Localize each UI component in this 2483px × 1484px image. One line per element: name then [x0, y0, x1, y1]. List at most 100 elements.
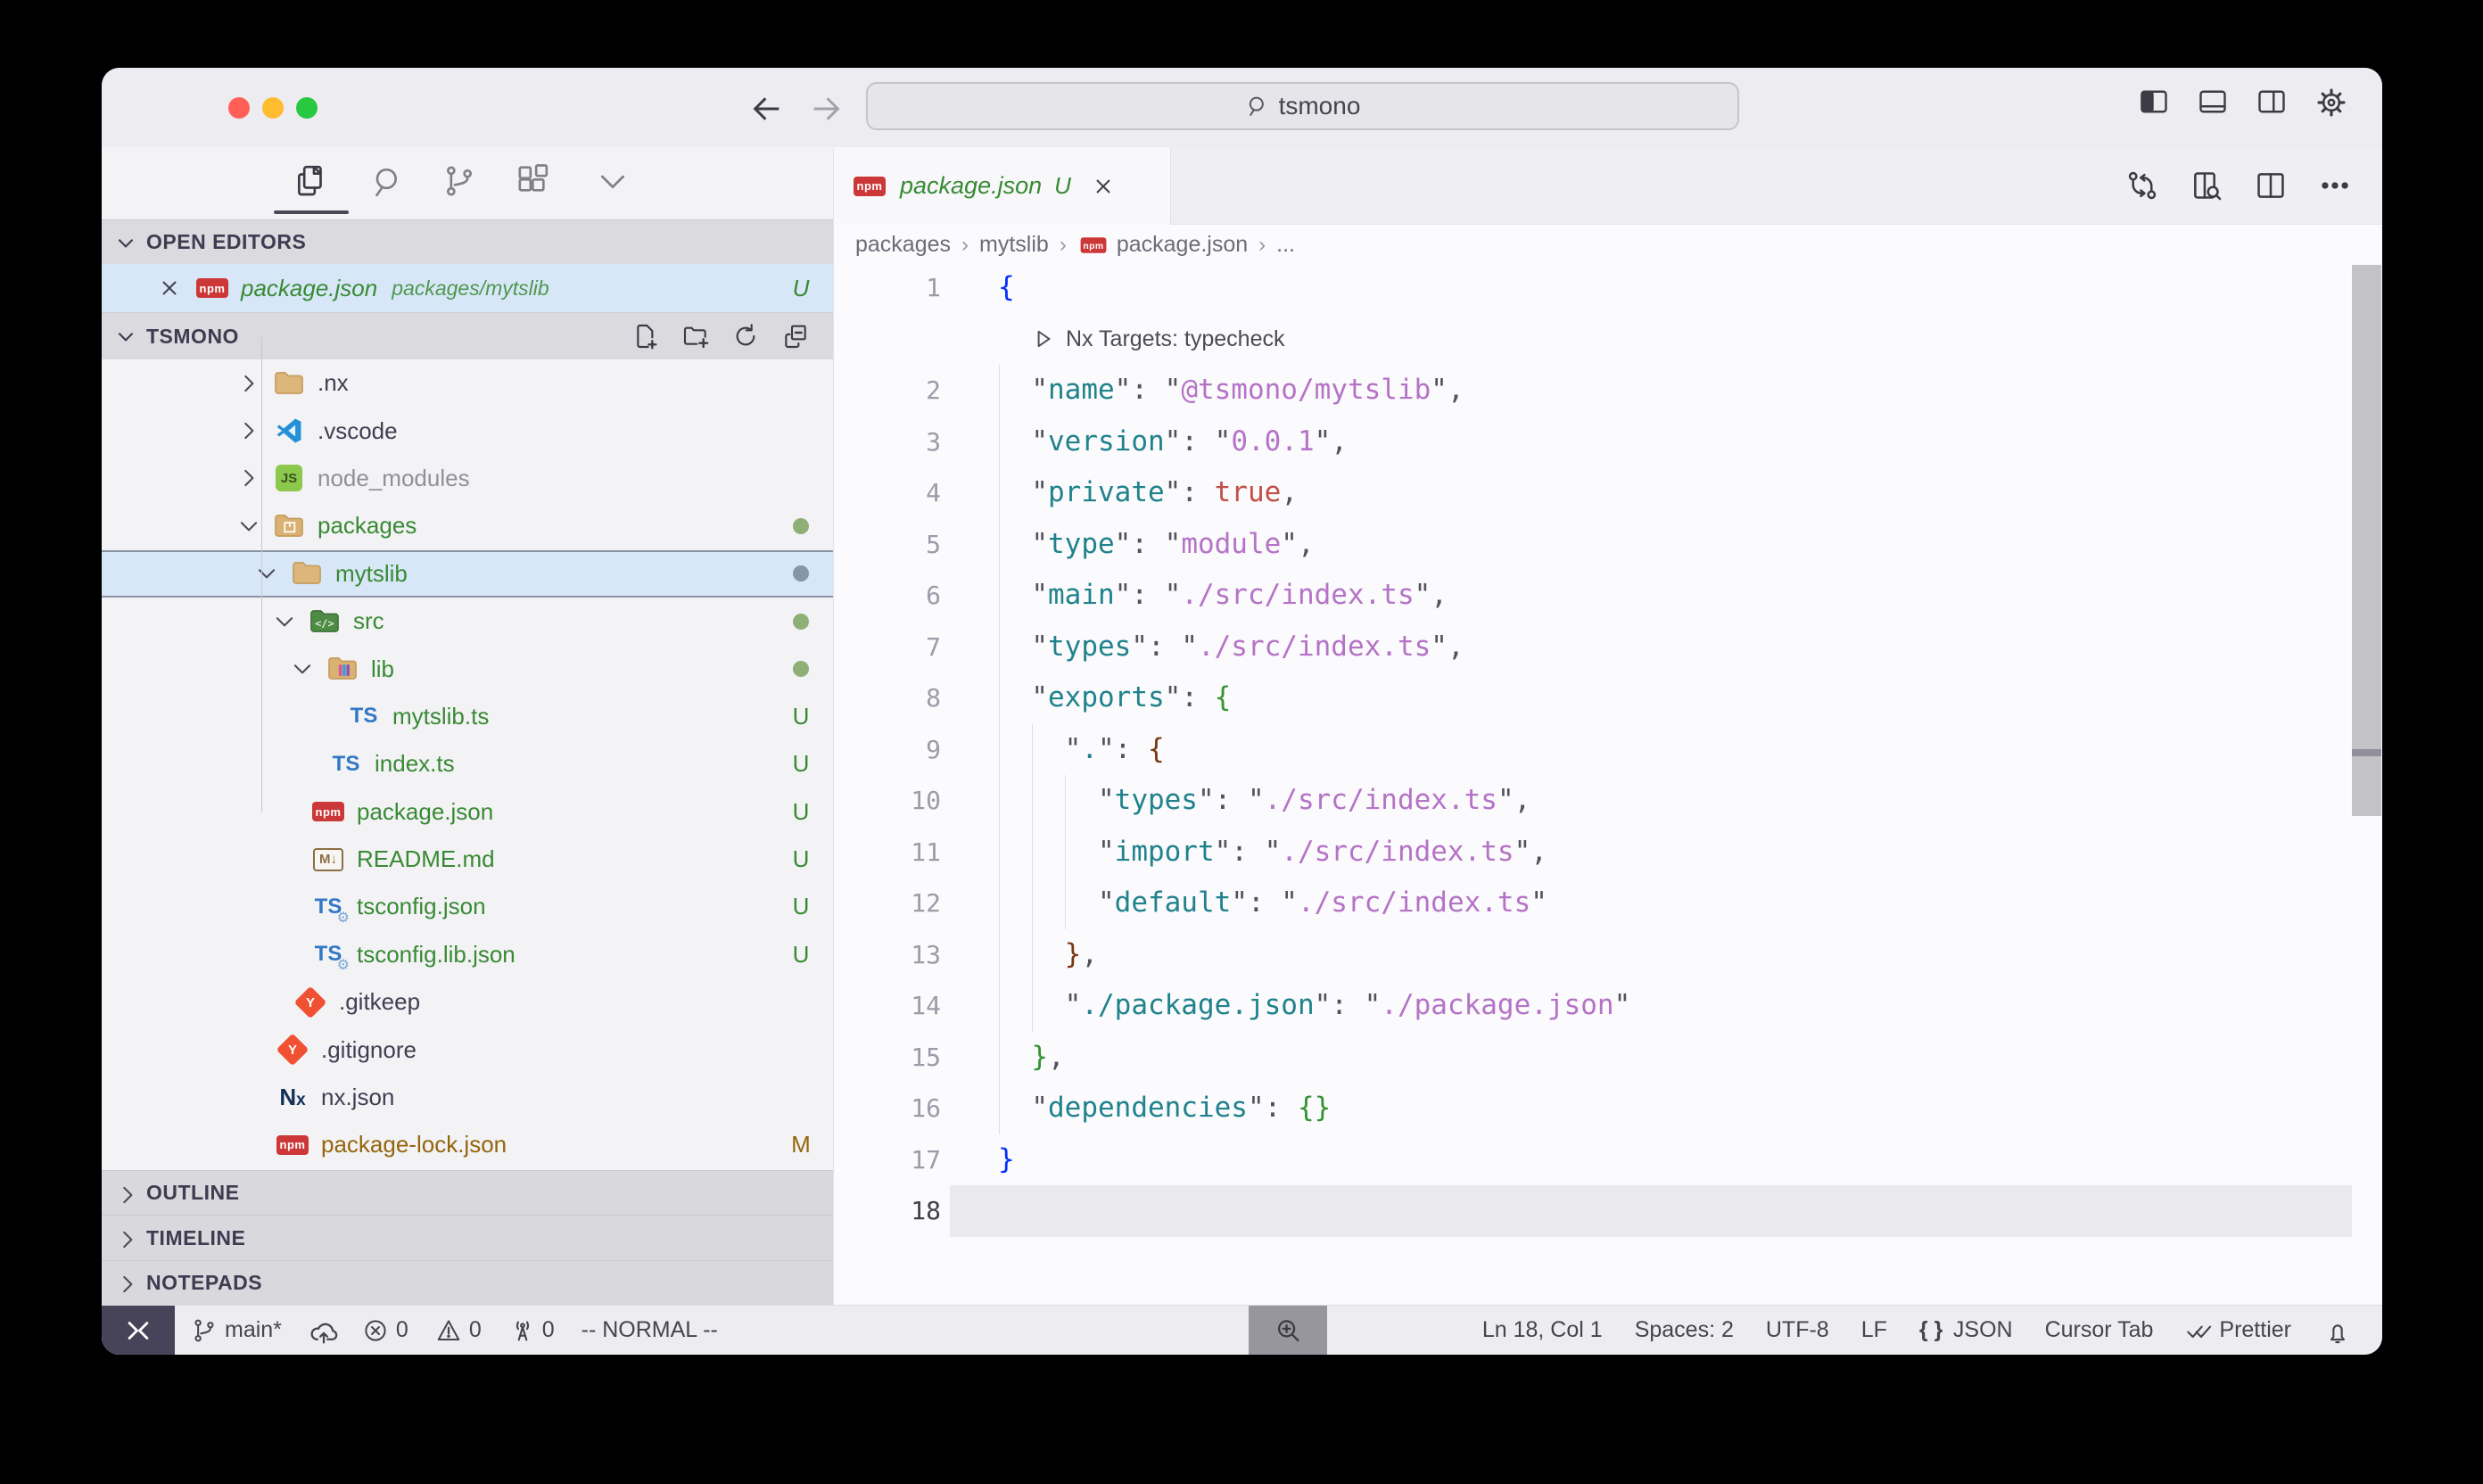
code-line-5[interactable]: 5 "type": "module", — [834, 519, 2382, 571]
tree-item-mytslib-ts[interactable]: TS mytslib.tsU — [102, 693, 833, 740]
breadcrumb-item[interactable]: mytslib — [979, 232, 1049, 258]
chevron-right-icon[interactable] — [235, 370, 262, 397]
chevron-right-icon[interactable] — [235, 417, 262, 444]
section-timeline[interactable]: TIMELINE — [102, 1215, 833, 1259]
tree-item--vscode[interactable]: .vscode — [102, 407, 833, 454]
chevron-down-icon[interactable] — [253, 560, 280, 587]
tree-item-tsconfig-lib-json[interactable]: TS⚙ tsconfig.lib.jsonU — [102, 931, 833, 978]
gear-icon[interactable] — [2314, 86, 2347, 118]
status-item[interactable]: 0 — [435, 1317, 482, 1344]
tree-item-README-md[interactable]: M↓ README.mdU — [102, 836, 833, 883]
code-line-16[interactable]: 16 "dependencies": {} — [834, 1083, 2382, 1134]
back-arrow-icon[interactable] — [749, 91, 785, 127]
activity-files-icon[interactable] — [292, 163, 327, 199]
activity-search-icon[interactable] — [370, 163, 406, 199]
tab-package-json[interactable]: npm package.json U — [834, 147, 1171, 225]
line-number: 9 — [834, 724, 941, 776]
code-line-12[interactable]: 12 "default": "./src/index.ts" — [834, 878, 2382, 929]
chevron-down-icon[interactable] — [289, 655, 316, 682]
code-line-7[interactable]: 7 "types": "./src/index.ts", — [834, 622, 2382, 673]
breadcrumb-item[interactable]: ... — [1276, 232, 1295, 258]
code-editor[interactable]: 1 {Nx Targets: typecheck 2 "name": "@tsm… — [834, 265, 2382, 1305]
code-line-15[interactable]: 15 }, — [834, 1032, 2382, 1084]
activity-source-control-icon[interactable] — [441, 163, 477, 199]
zoom-indicator[interactable] — [1249, 1306, 1327, 1355]
play-icon[interactable] — [1032, 327, 1055, 350]
tree-item-packages[interactable]: packages — [102, 502, 833, 549]
breadcrumb-item[interactable]: package.json — [1117, 232, 1248, 258]
panel-left-icon[interactable] — [2138, 86, 2170, 118]
status-item[interactable]: Ln 18, Col 1 — [1482, 1317, 1603, 1343]
breadcrumb-item[interactable]: packages — [855, 232, 951, 258]
activity-chevron-down-icon[interactable] — [595, 163, 631, 199]
tree-item-lib[interactable]: lib — [102, 645, 833, 692]
status-item[interactable]: LF — [1861, 1317, 1887, 1343]
command-search-bar[interactable]: tsmono — [866, 82, 1739, 130]
code-line-13[interactable]: 13 }, — [834, 929, 2382, 981]
panel-bottom-icon[interactable] — [2197, 86, 2229, 118]
code-line-3[interactable]: 3 "version": "0.0.1", — [834, 416, 2382, 468]
code-line-4[interactable]: 4 "private": true, — [834, 467, 2382, 519]
code-line-11[interactable]: 11 "import": "./src/index.ts", — [834, 827, 2382, 878]
status-item[interactable]: 0 — [508, 1317, 555, 1344]
chevron-down-icon[interactable] — [235, 513, 262, 540]
chevron-down-icon[interactable] — [271, 608, 298, 635]
more-actions-icon[interactable] — [2318, 169, 2352, 202]
code-line-17[interactable]: 17 } — [834, 1134, 2382, 1186]
code-line-8[interactable]: 8 "exports": { — [834, 672, 2382, 724]
tree-item--gitkeep[interactable]: Y .gitkeep — [102, 978, 833, 1026]
explorer-header[interactable]: TSMONO — [102, 312, 833, 359]
tree-item--nx[interactable]: .nx — [102, 359, 833, 407]
activity-extensions-icon[interactable] — [515, 163, 550, 199]
status-item[interactable]: Prettier — [2185, 1317, 2291, 1344]
tree-item-package-lock-json[interactable]: npm package-lock.jsonM — [102, 1121, 833, 1168]
code-line-1[interactable]: 1 { — [834, 262, 2382, 314]
code-line-9[interactable]: 9 ".": { — [834, 724, 2382, 776]
forward-arrow-icon[interactable] — [808, 91, 844, 127]
code-line-14[interactable]: 14 "./package.json": "./package.json" — [834, 980, 2382, 1032]
section-outline[interactable]: OUTLINE — [102, 1170, 833, 1215]
code-line-10[interactable]: 10 "types": "./src/index.ts", — [834, 775, 2382, 827]
refresh-icon[interactable] — [731, 322, 760, 350]
open-preview-icon[interactable] — [2190, 169, 2223, 202]
status-item[interactable] — [2323, 1317, 2350, 1344]
status-item[interactable]: -- NORMAL -- — [582, 1317, 718, 1343]
status-item[interactable] — [309, 1317, 335, 1344]
status-item[interactable]: Spaces: 2 — [1635, 1317, 1734, 1343]
minimize-window-button[interactable] — [262, 97, 284, 119]
remote-indicator[interactable] — [102, 1306, 175, 1355]
tree-item-index-ts[interactable]: TS index.tsU — [102, 740, 833, 787]
status-item[interactable]: main* — [191, 1317, 282, 1344]
chevron-right-icon[interactable] — [235, 465, 262, 491]
tree-item-tsconfig-json[interactable]: TS⚙ tsconfig.jsonU — [102, 883, 833, 930]
status-item[interactable]: UTF-8 — [1766, 1317, 1829, 1343]
close-icon[interactable] — [157, 276, 182, 301]
codelens-nx-targets[interactable]: Nx Targets: typecheck — [1032, 314, 1284, 366]
split-editor-icon[interactable] — [2254, 169, 2288, 202]
status-item[interactable]: Cursor Tab — [2045, 1317, 2154, 1343]
tree-item-package-json[interactable]: npm package.jsonU — [102, 788, 833, 836]
scrollbar[interactable] — [2352, 265, 2381, 816]
tree-item--gitignore[interactable]: Y .gitignore — [102, 1026, 833, 1073]
new-file-icon[interactable] — [631, 322, 660, 350]
open-editor-item[interactable]: npm package.json packages/mytslib U — [102, 264, 833, 312]
close-window-button[interactable] — [228, 97, 250, 119]
tree-item-nx-json[interactable]: Nx nx.json — [102, 1074, 833, 1121]
open-changes-icon[interactable] — [2125, 169, 2159, 202]
tree-item-mytslib[interactable]: mytslib — [102, 550, 833, 598]
close-icon[interactable] — [1091, 174, 1116, 199]
status-item[interactable]: 0 — [362, 1317, 408, 1344]
new-folder-icon[interactable] — [681, 322, 710, 350]
open-editors-header[interactable]: OPEN EDITORS — [102, 219, 833, 264]
npm-icon: npm — [275, 1127, 310, 1163]
maximize-window-button[interactable] — [296, 97, 318, 119]
tree-item-src[interactable]: </> src — [102, 598, 833, 645]
tree-item-node-modules[interactable]: JS node_modules — [102, 455, 833, 502]
section-notepads[interactable]: NOTEPADS — [102, 1260, 833, 1305]
collapse-all-icon[interactable] — [781, 322, 810, 350]
status-item[interactable]: { }JSON — [1919, 1317, 2013, 1344]
code-line-18[interactable]: 18 — [834, 1185, 2382, 1237]
code-line-6[interactable]: 6 "main": "./src/index.ts", — [834, 570, 2382, 622]
panel-right-icon[interactable] — [2256, 86, 2288, 118]
code-line-2[interactable]: 2 "name": "@tsmono/mytslib", — [834, 365, 2382, 416]
